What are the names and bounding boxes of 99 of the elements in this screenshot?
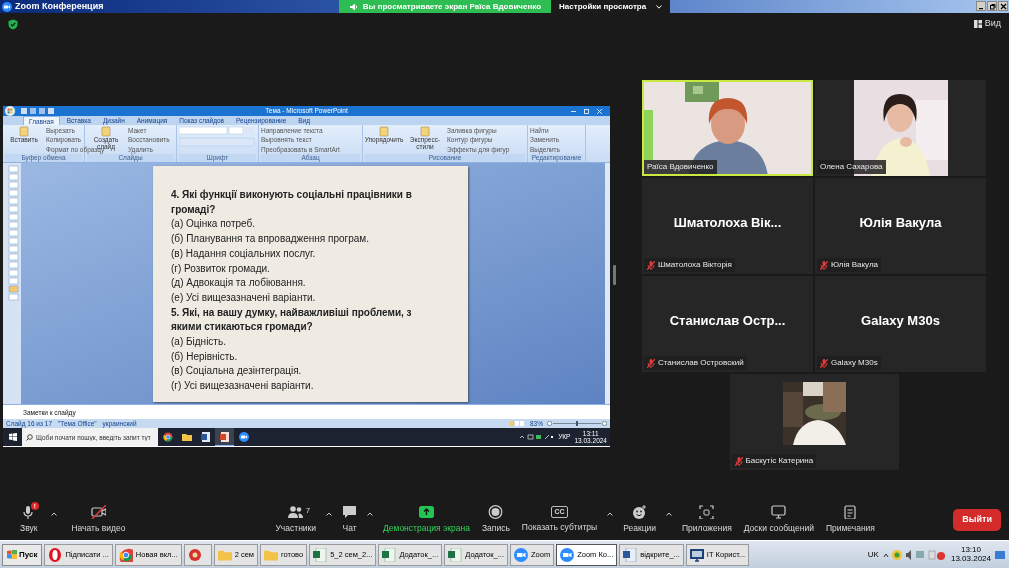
board-icon <box>771 505 787 520</box>
participant-display-name: Юлія Вакула <box>859 214 942 233</box>
caret-icon <box>367 512 374 516</box>
restore-button[interactable] <box>987 1 997 11</box>
participant-name: Юлія Вакула <box>831 259 879 271</box>
video-button[interactable]: Начать видео <box>67 505 130 535</box>
quick-access-toolbar-drawing[interactable] <box>21 108 55 114</box>
restore-icon <box>988 2 996 10</box>
answer-option: (б) Планування та впровадження програм. <box>171 232 438 247</box>
ribbon-command-icon <box>101 126 111 137</box>
language-indicator[interactable]: UK <box>867 548 879 561</box>
participant-name: Станислав Островский <box>658 357 744 369</box>
participant-count: 7 <box>305 505 311 518</box>
speaker-icon <box>348 2 358 11</box>
participant-display-name: Galaxy M30s <box>861 312 940 331</box>
answer-option: (а) Бідність. <box>171 335 438 350</box>
caret-icon <box>326 512 333 516</box>
window-title: Zoom Конференция <box>15 2 104 11</box>
share-screen-icon <box>419 505 434 520</box>
ribbon-command-icon <box>420 126 430 137</box>
video-call-icon <box>560 547 575 562</box>
ribbon-command-icon <box>379 126 389 137</box>
windows-flag-icon <box>7 550 17 559</box>
system-tray-drawing[interactable] <box>882 548 947 561</box>
camera-off-icon <box>90 505 106 520</box>
presentation-icon <box>219 431 230 442</box>
participant-name: Олена Сахарова <box>820 161 883 173</box>
participants-button[interactable]: 7 Участники <box>271 505 321 535</box>
word-document-icon <box>623 547 638 562</box>
participant-name: Шматолоха Вікторія <box>658 259 732 271</box>
spreadsheet-icon <box>448 547 463 562</box>
resize-handle[interactable] <box>613 265 616 285</box>
taskbar-button[interactable] <box>183 543 212 566</box>
reactions-button[interactable]: Реакции <box>619 505 660 535</box>
close-button[interactable] <box>998 1 1008 11</box>
answer-option: (д) Адвокація та лобіювання. <box>171 276 438 291</box>
chrome-icon <box>162 432 173 442</box>
answer-option: (е) Усі вищезазначені варіанти. <box>171 290 438 306</box>
zoom-logo-icon <box>2 1 12 12</box>
document-icon <box>200 432 211 442</box>
participant-name: Galaxy M30s <box>831 357 878 369</box>
share-screen-button[interactable]: Демонстрация экрана <box>379 505 474 535</box>
start-button[interactable]: Пуск <box>2 543 43 566</box>
participant-display-name: Станислав Остр... <box>669 312 786 331</box>
opera-icon <box>48 547 63 562</box>
apps-button[interactable]: Приложения <box>678 505 736 535</box>
caret-icon <box>656 4 663 9</box>
minimize-button[interactable] <box>976 1 986 11</box>
people-icon <box>288 505 304 520</box>
apps-icon <box>699 505 715 520</box>
chat-button[interactable]: Чат <box>338 505 362 535</box>
video-call-icon <box>238 432 249 442</box>
close-icon <box>999 2 1007 10</box>
notes-icon <box>842 505 858 520</box>
participant-name: Раїса Вдовиченко <box>647 161 714 173</box>
search-icon <box>25 433 33 441</box>
answer-option: (б) Нерівність. <box>171 349 438 365</box>
leave-button[interactable]: Выйти <box>953 509 1001 531</box>
zoom-slider-drawing[interactable] <box>547 421 607 426</box>
clock-date: 13.03.2024 <box>950 554 991 564</box>
windows-logo-icon <box>8 433 17 441</box>
view-options-button[interactable]: Настройки просмотра <box>551 0 671 13</box>
chrome-icon <box>118 547 133 562</box>
caret-icon <box>51 512 58 516</box>
smiley-icon <box>632 505 648 520</box>
close-icon[interactable] <box>597 108 602 114</box>
participant-display-name: Шматолоха Вік... <box>673 214 782 233</box>
answer-option: (в) Надання соціальних послуг. <box>171 246 438 262</box>
restore-icon[interactable] <box>584 108 589 114</box>
record-icon <box>488 505 504 520</box>
folder-icon <box>181 432 192 442</box>
answer-option: (а) Оцінка потреб. <box>171 217 438 233</box>
caret-icon <box>607 512 614 516</box>
question-text: 4. Які функції виконують соціальні працівники в громаді? <box>171 188 413 217</box>
spreadsheet-icon <box>313 547 328 562</box>
participant-name: Баскутіс Катерина <box>745 455 814 467</box>
view-button[interactable]: Вид <box>973 17 1001 31</box>
office-button-icon[interactable] <box>3 106 17 116</box>
notes-button[interactable]: Примечания <box>821 505 879 535</box>
whiteboards-button[interactable]: Доски сообщений <box>739 505 818 535</box>
video-call-icon <box>514 547 528 562</box>
record-button[interactable]: Запись <box>477 505 514 535</box>
ribbon-command-icon <box>19 126 29 137</box>
grid-icon <box>973 20 982 28</box>
scrollbar[interactable] <box>605 163 610 404</box>
answer-option: (в) Соціальна дезінтеграція. <box>171 364 438 380</box>
answer-option: (г) Усі вищезазначені варіанти. <box>171 379 438 394</box>
clock-time: 13:10 <box>960 545 981 555</box>
caret-icon <box>666 512 672 516</box>
banner-text: Вы просматриваете экран Раїса Вдовиченко <box>362 0 542 13</box>
security-shield-icon <box>8 18 18 30</box>
monitor-icon <box>689 547 704 562</box>
question-text: 5. Які, на вашу думку, найважливіші проблеми, з якими стикаються громади? <box>171 305 413 335</box>
answer-option: (г) Розвиток громади. <box>171 261 438 277</box>
system-tray-drawing[interactable] <box>520 434 555 440</box>
chat-bubble-icon <box>342 505 358 520</box>
show-desktop-icon[interactable] <box>995 549 1005 560</box>
spreadsheet-icon <box>382 547 397 562</box>
taskbar-app[interactable] <box>215 428 234 446</box>
